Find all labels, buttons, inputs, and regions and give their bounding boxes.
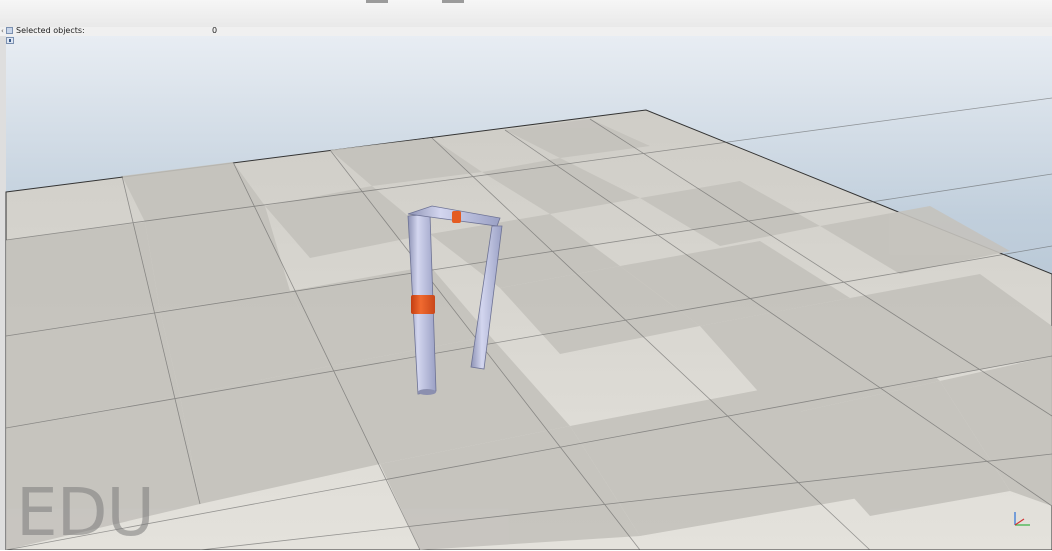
info-bar [0, 27, 1052, 36]
selected-objects-label: Selected objects: [16, 26, 85, 35]
top-toolbar-strip [0, 0, 1052, 28]
toolbar-tab-marker[interactable] [366, 0, 388, 3]
joint-lower[interactable] [411, 295, 435, 314]
selected-objects-count: 0 [212, 26, 218, 35]
scene-3d[interactable] [0, 36, 1052, 550]
toolbar-tab-marker[interactable] [442, 0, 464, 3]
collapse-arrow-icon[interactable]: ‹ [1, 27, 5, 35]
joint-top[interactable] [452, 211, 461, 223]
info-panel-icon[interactable] [6, 27, 13, 34]
edu-watermark: EDU [16, 474, 155, 551]
robot-link-base [418, 389, 436, 395]
